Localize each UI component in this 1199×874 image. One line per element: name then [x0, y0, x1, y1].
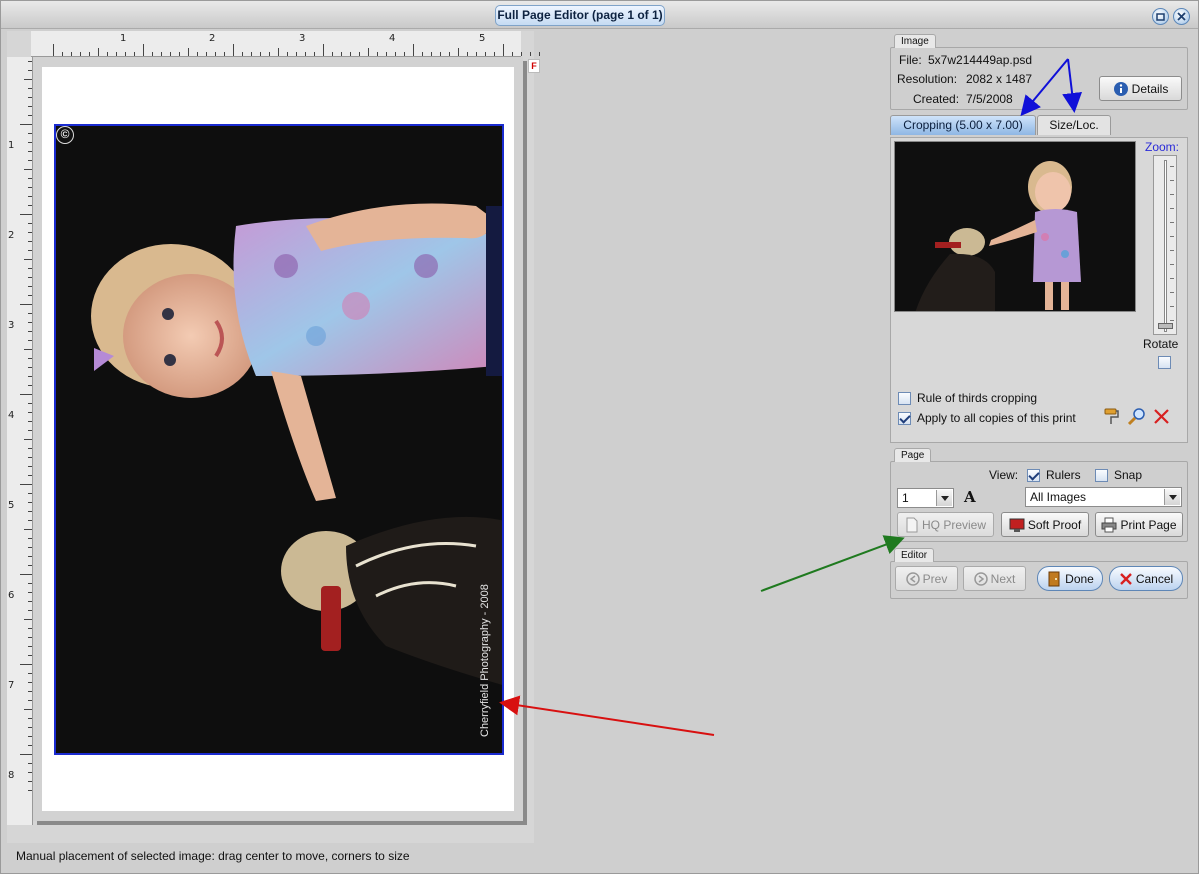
green-arrow-to-hq-preview — [760, 535, 905, 592]
red-arrow-to-watermark — [499, 695, 715, 736]
blue-arrow-to-cropping-tab — [1020, 58, 1069, 117]
annotation-overlay — [499, 58, 1083, 736]
full-page-editor-window: Full Page Editor (page 1 of 1) 1 2 3 4 5… — [0, 0, 1199, 874]
blue-arrow-to-size-tab — [1062, 58, 1083, 113]
